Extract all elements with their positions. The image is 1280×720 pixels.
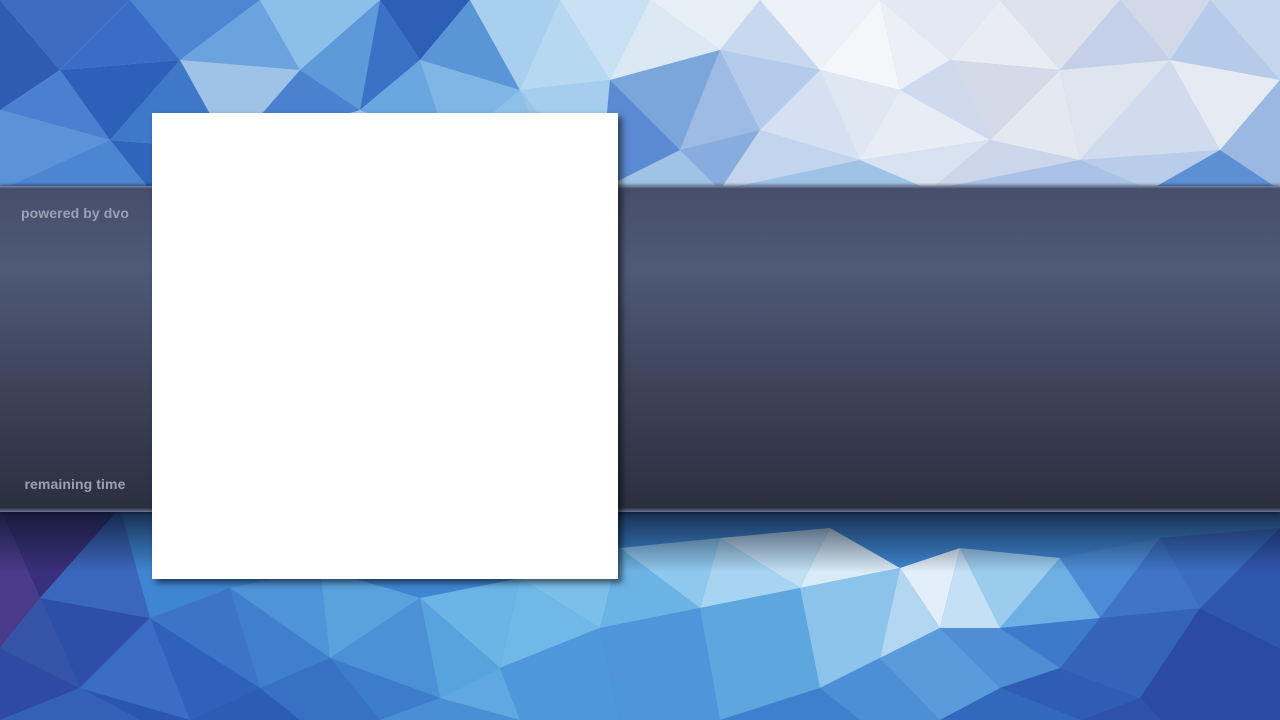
media-panel <box>152 113 618 579</box>
remaining-time-label: remaining time <box>24 476 126 492</box>
powered-by-label: powered by dvo <box>21 205 129 221</box>
broadcast-overlay: powered by dvo remaining time <box>0 0 1280 720</box>
